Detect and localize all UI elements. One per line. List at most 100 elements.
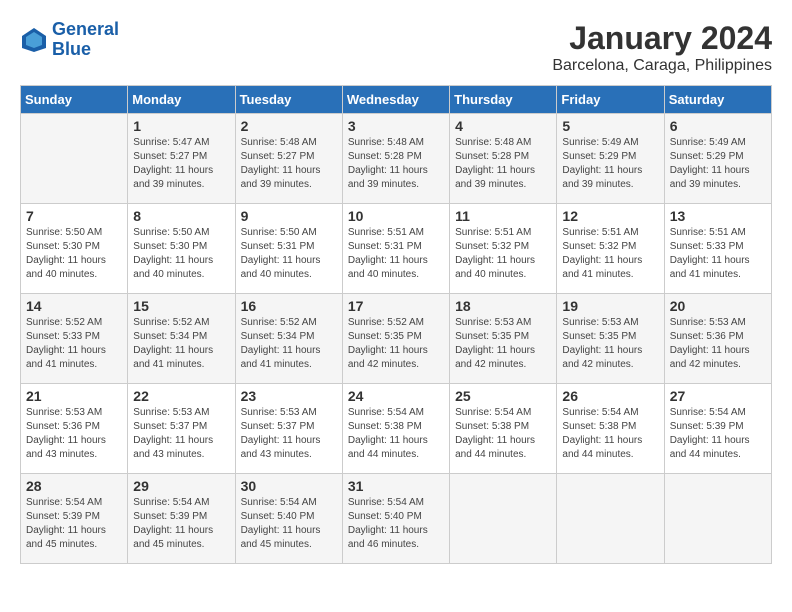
day-number: 20 xyxy=(670,298,766,314)
day-info: Sunrise: 5:54 AM Sunset: 5:40 PM Dayligh… xyxy=(348,496,444,552)
weekday-header: Wednesday xyxy=(342,86,449,114)
calendar-cell: 22 Sunrise: 5:53 AM Sunset: 5:37 PM Dayli… xyxy=(128,384,235,474)
calendar-cell: 21 Sunrise: 5:53 AM Sunset: 5:36 PM Dayli… xyxy=(21,384,128,474)
day-number: 15 xyxy=(133,298,229,314)
day-number: 24 xyxy=(348,388,444,404)
calendar-cell: 23Sunrise: 5:53 AM Sunset: 5:37 PM Dayli… xyxy=(235,384,342,474)
day-info: Sunrise: 5:54 AM Sunset: 5:39 PM Dayligh… xyxy=(133,496,229,552)
day-number: 16 xyxy=(241,298,337,314)
logo-blue: Blue xyxy=(52,39,91,59)
calendar-cell: 15 Sunrise: 5:52 AM Sunset: 5:34 PM Dayli… xyxy=(128,294,235,384)
day-info: Sunrise: 5:53 AM Sunset: 5:37 PM Dayligh… xyxy=(133,406,229,462)
weekday-header: Saturday xyxy=(664,86,771,114)
calendar-week-row: 28 Sunrise: 5:54 AM Sunset: 5:39 PM Dayli… xyxy=(21,474,772,564)
calendar-cell: 1 Sunrise: 5:47 AM Sunset: 5:27 PM Daylig… xyxy=(128,114,235,204)
calendar-cell: 24 Sunrise: 5:54 AM Sunset: 5:38 PM Dayli… xyxy=(342,384,449,474)
weekday-header: Sunday xyxy=(21,86,128,114)
day-info: Sunrise: 5:50 AM Sunset: 5:31 PM Dayligh… xyxy=(241,226,337,282)
day-info: Sunrise: 5:51 AM Sunset: 5:32 PM Dayligh… xyxy=(562,226,658,282)
calendar-cell: 5 Sunrise: 5:49 AM Sunset: 5:29 PM Daylig… xyxy=(557,114,664,204)
calendar-cell: 29 Sunrise: 5:54 AM Sunset: 5:39 PM Dayli… xyxy=(128,474,235,564)
day-info: Sunrise: 5:50 AM Sunset: 5:30 PM Dayligh… xyxy=(26,226,122,282)
calendar-cell: 17 Sunrise: 5:52 AM Sunset: 5:35 PM Dayli… xyxy=(342,294,449,384)
calendar-cell: 31Sunrise: 5:54 AM Sunset: 5:40 PM Dayli… xyxy=(342,474,449,564)
logo-general: General xyxy=(52,19,119,39)
day-number: 18 xyxy=(455,298,551,314)
calendar-week-row: 21 Sunrise: 5:53 AM Sunset: 5:36 PM Dayli… xyxy=(21,384,772,474)
day-info: Sunrise: 5:53 AM Sunset: 5:37 PM Dayligh… xyxy=(241,406,337,462)
calendar-cell: 30 Sunrise: 5:54 AM Sunset: 5:40 PM Dayli… xyxy=(235,474,342,564)
calendar-cell: 2 Sunrise: 5:48 AM Sunset: 5:27 PM Daylig… xyxy=(235,114,342,204)
weekday-header: Monday xyxy=(128,86,235,114)
calendar-table: SundayMondayTuesdayWednesdayThursdayFrid… xyxy=(20,85,772,564)
calendar-cell: 10 Sunrise: 5:51 AM Sunset: 5:31 PM Dayli… xyxy=(342,204,449,294)
day-info: Sunrise: 5:53 AM Sunset: 5:35 PM Dayligh… xyxy=(455,316,551,372)
calendar-cell: 16Sunrise: 5:52 AM Sunset: 5:34 PM Dayli… xyxy=(235,294,342,384)
day-info: Sunrise: 5:54 AM Sunset: 5:38 PM Dayligh… xyxy=(348,406,444,462)
day-number: 22 xyxy=(133,388,229,404)
day-info: Sunrise: 5:54 AM Sunset: 5:38 PM Dayligh… xyxy=(562,406,658,462)
day-info: Sunrise: 5:53 AM Sunset: 5:36 PM Dayligh… xyxy=(670,316,766,372)
day-number: 1 xyxy=(133,118,229,134)
calendar-cell: 19Sunrise: 5:53 AM Sunset: 5:35 PM Dayli… xyxy=(557,294,664,384)
calendar-cell: 8 Sunrise: 5:50 AM Sunset: 5:30 PM Daylig… xyxy=(128,204,235,294)
day-number: 3 xyxy=(348,118,444,134)
calendar-cell: 9 Sunrise: 5:50 AM Sunset: 5:31 PM Daylig… xyxy=(235,204,342,294)
weekday-header: Thursday xyxy=(450,86,557,114)
day-info: Sunrise: 5:48 AM Sunset: 5:27 PM Dayligh… xyxy=(241,136,337,192)
header-row: SundayMondayTuesdayWednesdayThursdayFrid… xyxy=(21,86,772,114)
day-number: 26 xyxy=(562,388,658,404)
day-info: Sunrise: 5:49 AM Sunset: 5:29 PM Dayligh… xyxy=(562,136,658,192)
logo-text: General Blue xyxy=(52,20,119,60)
day-info: Sunrise: 5:51 AM Sunset: 5:33 PM Dayligh… xyxy=(670,226,766,282)
day-number: 6 xyxy=(670,118,766,134)
day-number: 7 xyxy=(26,208,122,224)
calendar-cell: 3 Sunrise: 5:48 AM Sunset: 5:28 PM Daylig… xyxy=(342,114,449,204)
day-info: Sunrise: 5:52 AM Sunset: 5:35 PM Dayligh… xyxy=(348,316,444,372)
day-number: 17 xyxy=(348,298,444,314)
day-number: 28 xyxy=(26,478,122,494)
day-info: Sunrise: 5:54 AM Sunset: 5:39 PM Dayligh… xyxy=(670,406,766,462)
day-info: Sunrise: 5:53 AM Sunset: 5:36 PM Dayligh… xyxy=(26,406,122,462)
calendar-cell: 25 Sunrise: 5:54 AM Sunset: 5:38 PM Dayli… xyxy=(450,384,557,474)
day-info: Sunrise: 5:51 AM Sunset: 5:31 PM Dayligh… xyxy=(348,226,444,282)
day-number: 19 xyxy=(562,298,658,314)
day-number: 29 xyxy=(133,478,229,494)
day-number: 30 xyxy=(241,478,337,494)
day-number: 8 xyxy=(133,208,229,224)
day-number: 5 xyxy=(562,118,658,134)
day-number: 25 xyxy=(455,388,551,404)
day-info: Sunrise: 5:54 AM Sunset: 5:38 PM Dayligh… xyxy=(455,406,551,462)
day-info: Sunrise: 5:50 AM Sunset: 5:30 PM Dayligh… xyxy=(133,226,229,282)
calendar-cell xyxy=(21,114,128,204)
day-info: Sunrise: 5:47 AM Sunset: 5:27 PM Dayligh… xyxy=(133,136,229,192)
day-info: Sunrise: 5:48 AM Sunset: 5:28 PM Dayligh… xyxy=(348,136,444,192)
weekday-header: Friday xyxy=(557,86,664,114)
day-info: Sunrise: 5:54 AM Sunset: 5:39 PM Dayligh… xyxy=(26,496,122,552)
day-info: Sunrise: 5:52 AM Sunset: 5:33 PM Dayligh… xyxy=(26,316,122,372)
calendar-body: 1 Sunrise: 5:47 AM Sunset: 5:27 PM Daylig… xyxy=(21,114,772,564)
calendar-cell: 11Sunrise: 5:51 AM Sunset: 5:32 PM Dayli… xyxy=(450,204,557,294)
logo: General Blue xyxy=(20,20,119,60)
day-number: 21 xyxy=(26,388,122,404)
day-number: 9 xyxy=(241,208,337,224)
calendar-week-row: 14Sunrise: 5:52 AM Sunset: 5:33 PM Dayli… xyxy=(21,294,772,384)
calendar-week-row: 7 Sunrise: 5:50 AM Sunset: 5:30 PM Daylig… xyxy=(21,204,772,294)
weekday-header: Tuesday xyxy=(235,86,342,114)
calendar-cell: 18 Sunrise: 5:53 AM Sunset: 5:35 PM Dayli… xyxy=(450,294,557,384)
calendar-cell: 26 Sunrise: 5:54 AM Sunset: 5:38 PM Dayli… xyxy=(557,384,664,474)
title-block: January 2024 Barcelona, Caraga, Philippi… xyxy=(552,20,772,75)
calendar-cell xyxy=(450,474,557,564)
day-number: 12 xyxy=(562,208,658,224)
day-number: 2 xyxy=(241,118,337,134)
day-info: Sunrise: 5:52 AM Sunset: 5:34 PM Dayligh… xyxy=(133,316,229,372)
calendar-week-row: 1 Sunrise: 5:47 AM Sunset: 5:27 PM Daylig… xyxy=(21,114,772,204)
calendar-cell: 12 Sunrise: 5:51 AM Sunset: 5:32 PM Dayli… xyxy=(557,204,664,294)
calendar-cell: 14Sunrise: 5:52 AM Sunset: 5:33 PM Dayli… xyxy=(21,294,128,384)
page-header: General Blue January 2024 Barcelona, Car… xyxy=(20,20,772,75)
day-info: Sunrise: 5:54 AM Sunset: 5:40 PM Dayligh… xyxy=(241,496,337,552)
day-info: Sunrise: 5:51 AM Sunset: 5:32 PM Dayligh… xyxy=(455,226,551,282)
day-info: Sunrise: 5:48 AM Sunset: 5:28 PM Dayligh… xyxy=(455,136,551,192)
calendar-cell: 28 Sunrise: 5:54 AM Sunset: 5:39 PM Dayli… xyxy=(21,474,128,564)
day-number: 10 xyxy=(348,208,444,224)
